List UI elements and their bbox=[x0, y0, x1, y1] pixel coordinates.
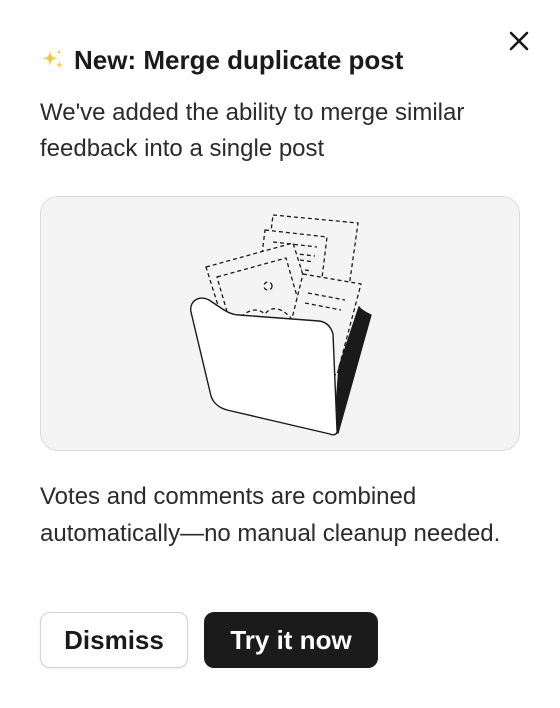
dialog-title: New: Merge duplicate post bbox=[40, 42, 403, 78]
details-text: Votes and comments are combined automati… bbox=[40, 483, 501, 547]
dismiss-button[interactable]: Dismiss bbox=[40, 612, 188, 668]
illustration-panel bbox=[40, 196, 520, 451]
dialog-title-text: New: Merge duplicate post bbox=[74, 45, 404, 75]
close-icon[interactable] bbox=[506, 28, 532, 54]
announcement-dialog: New: Merge duplicate post We've added th… bbox=[0, 0, 560, 708]
folder-documents-illustration bbox=[190, 214, 372, 436]
sparkles-icon bbox=[42, 49, 64, 69]
intro-text: We've added the ability to merge similar… bbox=[40, 99, 465, 162]
try-it-now-button[interactable]: Try it now bbox=[204, 612, 378, 668]
